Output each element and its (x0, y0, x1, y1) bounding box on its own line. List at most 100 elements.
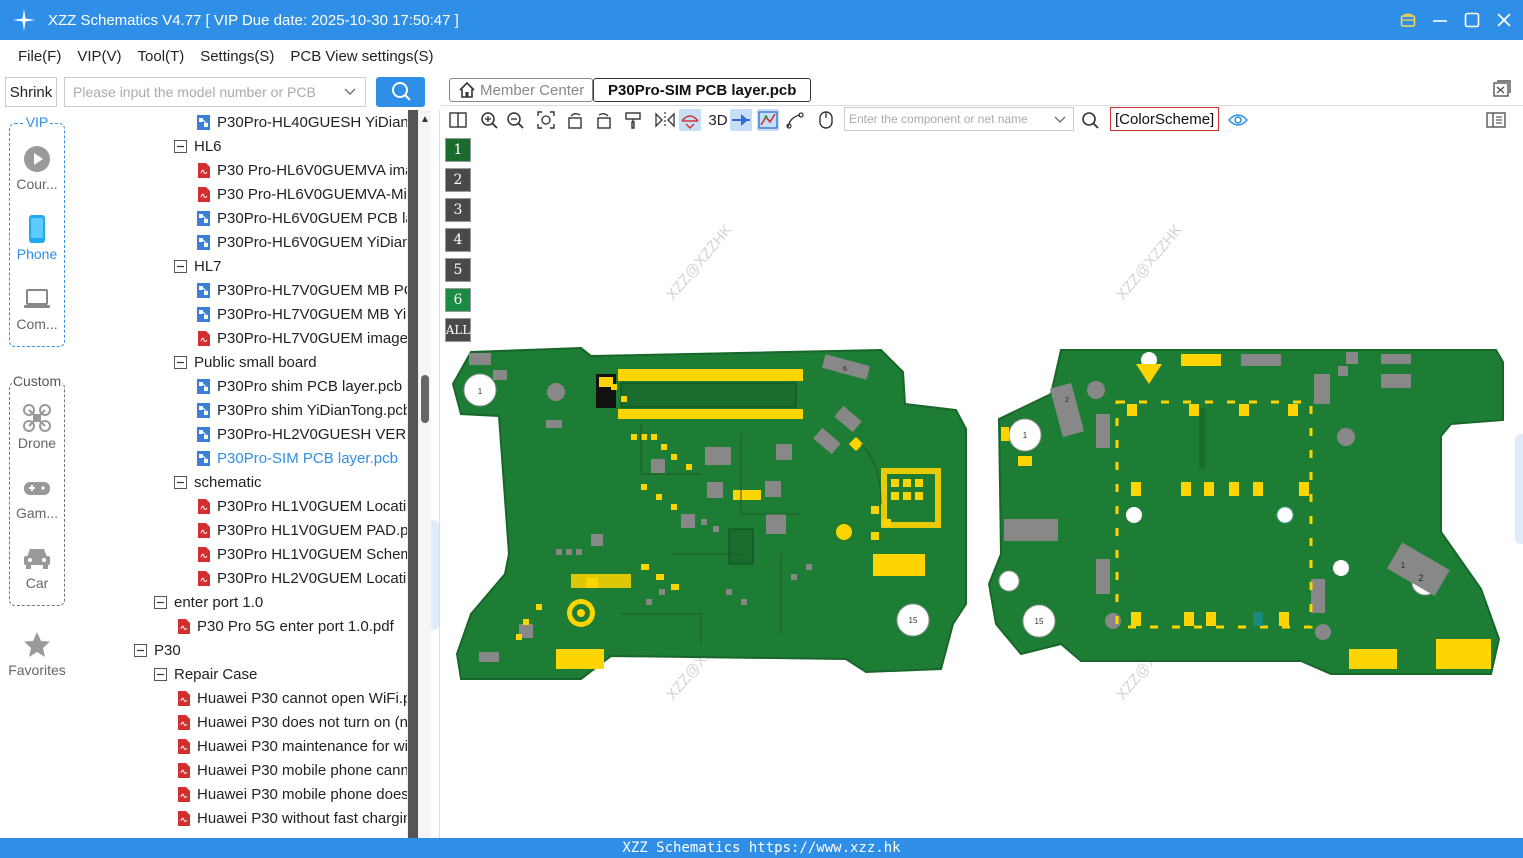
tree-file[interactable]: Huawei P30 maintenance for wifi (177, 734, 407, 758)
nav-courses[interactable]: Cour... (9, 144, 65, 192)
minimize-button[interactable] (1431, 11, 1449, 29)
chevron-down-icon[interactable] (1053, 112, 1067, 129)
menu-vip[interactable]: VIP(V) (77, 48, 121, 65)
nav-computer[interactable]: Com... (9, 284, 65, 332)
collapse-toggle-icon[interactable] (134, 643, 147, 657)
rotate-left-icon[interactable] (565, 109, 587, 131)
close-tabs-icon[interactable] (1493, 80, 1511, 101)
search-button[interactable] (376, 77, 425, 107)
tree-folder[interactable]: schematic (174, 470, 262, 494)
tree-folder[interactable]: HL6 (174, 134, 222, 158)
eye-icon[interactable] (1227, 109, 1249, 131)
tree-scrollbar[interactable]: ▲ (419, 110, 431, 838)
collapse-toggle-icon[interactable] (174, 139, 187, 153)
split-view-icon[interactable] (447, 109, 469, 131)
vip-group-label: VIP (24, 114, 50, 130)
tree-file[interactable]: Huawei P30 without fast charging (177, 806, 407, 830)
pin-icon[interactable] (730, 109, 752, 131)
view-3d-toggle[interactable]: 3D (705, 109, 731, 131)
nav-phone[interactable]: Phone (9, 214, 65, 262)
tree-folder[interactable]: Public small board (174, 350, 317, 374)
tree-file[interactable]: Huawei P30 does not turn on (no (177, 710, 407, 734)
tree-item-label: P30Pro-HL2V0GUESH VER.D (217, 425, 407, 443)
close-button[interactable] (1495, 11, 1513, 29)
tree-folder[interactable]: enter port 1.0 (154, 590, 263, 614)
colorscheme-button[interactable]: [ColorScheme] (1110, 107, 1220, 131)
tab-member-center[interactable]: Member Center (449, 78, 594, 102)
tab-pcb-file[interactable]: P30Pro-SIM PCB layer.pcb (593, 78, 812, 102)
tree-file[interactable]: P30Pro-HL7V0GUEM MB PCB (197, 278, 407, 302)
format-painter-icon[interactable] (622, 109, 644, 131)
tree-file[interactable]: P30 Pro 5G enter port 1.0.pdf (177, 614, 394, 638)
vip-bag-icon[interactable] (1399, 11, 1417, 29)
collapse-toggle-icon[interactable] (154, 595, 167, 609)
tree-file[interactable]: P30 Pro-HL6V0GUEMVA-Mic (197, 182, 407, 206)
tree-file[interactable]: Huawei P30 mobile phone does (177, 782, 407, 806)
pcb-boards[interactable]: 1 15 6 1 15 1 2 2 (441, 134, 1523, 838)
tree-file[interactable]: P30Pro-HL7V0GUEM image.pdf (197, 326, 407, 350)
tree-file[interactable]: P30Pro HL1V0GUEM Schematic (197, 542, 407, 566)
shrink-button[interactable]: Shrink (5, 77, 57, 107)
maximize-button[interactable] (1463, 11, 1481, 29)
tree-file[interactable]: P30Pro HL1V0GUEM PAD.pdf (197, 518, 407, 542)
nav-game[interactable]: Gam... (9, 473, 65, 521)
mouse-icon[interactable] (815, 109, 837, 131)
collapse-toggle-icon[interactable] (174, 355, 187, 369)
custom-group: Custom Drone Gam... Car (9, 373, 65, 606)
nav-car[interactable]: Car (9, 543, 65, 591)
zoom-out-icon[interactable] (504, 109, 526, 131)
tree-item-label: HL7 (194, 257, 222, 275)
scroll-up-icon[interactable]: ▲ (420, 114, 430, 125)
menu-tool[interactable]: Tool(T) (138, 48, 185, 65)
tree-item-label: P30Pro-SIM PCB layer.pcb (217, 449, 398, 467)
trace-tool-icon[interactable] (784, 109, 806, 131)
model-search-input[interactable]: Please input the model number or PCB (64, 77, 366, 107)
tree-file[interactable]: P30Pro shim PCB layer.pcb (197, 374, 402, 398)
tree-folder[interactable]: Repair Case (154, 662, 257, 686)
tree-file[interactable]: P30Pro HL1V0GUEM Location (197, 494, 407, 518)
collapse-toggle-icon[interactable] (174, 259, 187, 273)
tree-item-label: P30Pro HL1V0GUEM Location (217, 497, 407, 515)
collapse-toggle-icon[interactable] (174, 475, 187, 489)
tree-item-label: P30Pro-HL6V0GUEM PCB layer (217, 209, 407, 227)
tree-item-label: P30Pro-HL6V0GUEM YiDianTong (217, 233, 407, 251)
tree-folder[interactable]: HL7 (174, 254, 222, 278)
side-panel-icon[interactable] (1485, 109, 1507, 131)
net-highlight-icon[interactable] (757, 109, 779, 131)
chevron-down-icon[interactable] (343, 84, 357, 101)
nav-drone[interactable]: Drone (9, 403, 65, 451)
tree-file[interactable]: P30Pro-HL2V0GUESH VER.D (197, 422, 407, 446)
tree-file[interactable]: P30Pro-HL7V0GUEM MB YiD (197, 302, 407, 326)
tree-file[interactable]: P30Pro-HL6V0GUEM PCB layer (197, 206, 407, 230)
pcb-canvas[interactable]: 1 2 3 4 5 6 ALL XZZ@XZZHK XZZ@XZZHK XZZ@XZZHK … (441, 134, 1523, 838)
tree-scroll-thumb[interactable] (421, 375, 429, 423)
tree-folder[interactable]: P30 (134, 638, 181, 662)
pdf-file-icon (197, 522, 210, 538)
tree-file[interactable]: P30Pro-HL6V0GUEM YiDianTong (197, 230, 407, 254)
nav-drone-label: Drone (17, 435, 57, 451)
zoom-in-icon[interactable] (478, 109, 500, 131)
mirror-icon[interactable] (654, 109, 676, 131)
tree-file[interactable]: Huawei P30 cannot open WiFi.pdf (177, 686, 407, 710)
play-icon (9, 144, 65, 174)
component-search-input[interactable]: Enter the component or net name (844, 107, 1074, 131)
tree-item-label: Huawei P30 maintenance for wifi (197, 737, 407, 755)
right-panel-handle[interactable] (1515, 434, 1523, 544)
tree-file[interactable]: P30Pro-HL40GUESH YiDianTong (197, 110, 407, 134)
tree-file[interactable]: P30Pro-SIM PCB layer.pcb (197, 446, 398, 470)
menu-settings[interactable]: Settings(S) (200, 48, 274, 65)
flip-board-icon[interactable] (679, 109, 701, 131)
rotate-right-icon[interactable] (592, 109, 614, 131)
panel-divider[interactable] (431, 110, 440, 838)
nav-favorites[interactable]: Favorites (7, 630, 67, 678)
tree-file[interactable]: Huawei P30 mobile phone cannot (177, 758, 407, 782)
menu-pcb-view-settings[interactable]: PCB View settings(S) (290, 48, 433, 65)
component-search-icon[interactable] (1079, 109, 1101, 131)
collapse-toggle-icon[interactable] (154, 667, 167, 681)
laptop-icon (9, 284, 65, 314)
menu-file[interactable]: File(F) (18, 48, 61, 65)
tree-file[interactable]: P30Pro HL2V0GUEM Location (197, 566, 407, 590)
fit-view-icon[interactable] (535, 109, 557, 131)
tree-file[interactable]: P30 Pro-HL6V0GUEMVA image (197, 158, 407, 182)
tree-file[interactable]: P30Pro shim YiDianTong.pcb (197, 398, 407, 422)
